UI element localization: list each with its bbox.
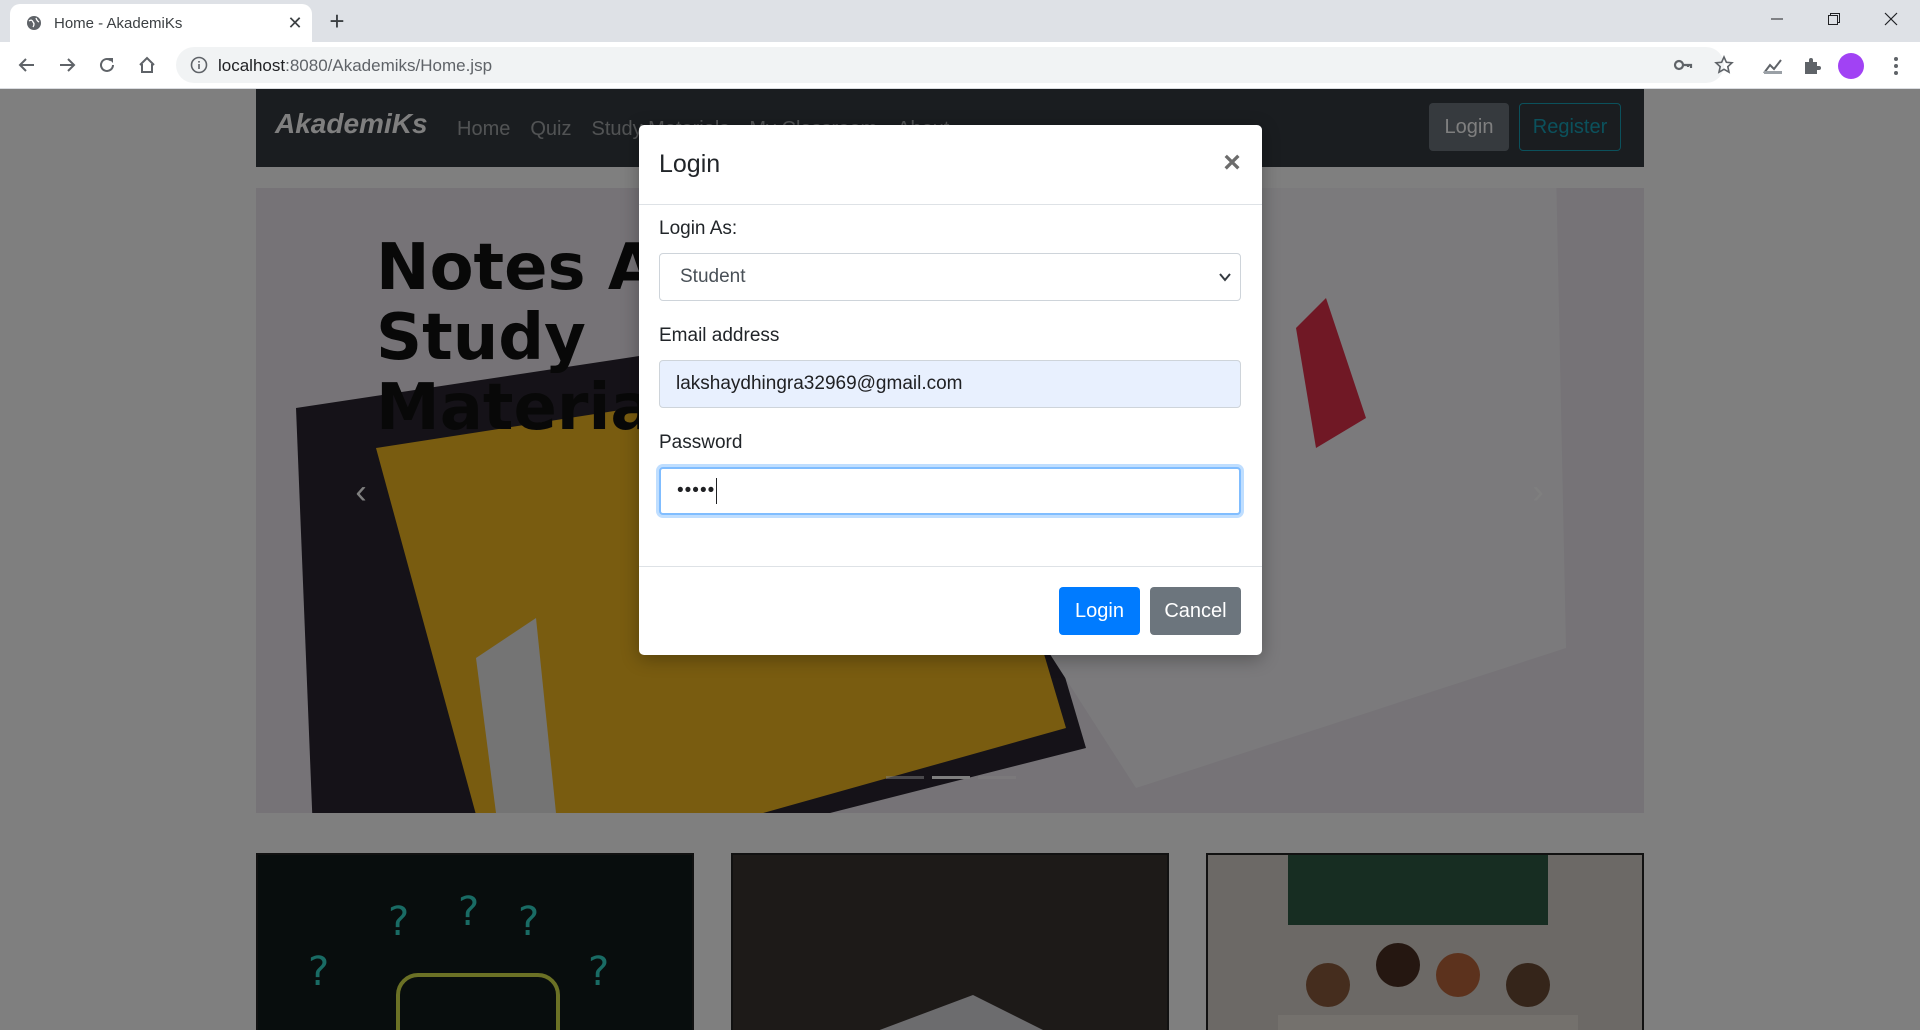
close-icon[interactable]: × bbox=[1220, 148, 1244, 178]
key-icon[interactable] bbox=[1673, 55, 1693, 75]
arrow-left-icon[interactable] bbox=[11, 49, 43, 81]
star-icon[interactable] bbox=[1714, 55, 1734, 75]
url-text: localhost:8080/Akademiks/Home.jsp bbox=[218, 56, 493, 75]
more-menu-icon[interactable] bbox=[1886, 54, 1906, 78]
globe-icon bbox=[27, 16, 41, 30]
password-field[interactable]: ••••• bbox=[659, 467, 1241, 515]
login-submit-button[interactable]: Login bbox=[1059, 587, 1140, 635]
email-field[interactable]: lakshaydhingra32969@gmail.com bbox=[659, 360, 1241, 408]
modal-header: Login × bbox=[639, 125, 1262, 205]
restore-icon[interactable] bbox=[1805, 0, 1862, 38]
login-modal: Login × Login As: Student Email address … bbox=[639, 125, 1262, 655]
address-bar[interactable]: localhost:8080/Akademiks/Home.jsp bbox=[176, 47, 1734, 83]
puzzle-icon[interactable] bbox=[1801, 55, 1823, 77]
performance-icon[interactable] bbox=[1762, 55, 1784, 77]
browser-toolbar: localhost:8080/Akademiks/Home.jsp bbox=[0, 42, 1920, 89]
reload-icon[interactable] bbox=[91, 49, 123, 81]
new-tab-icon[interactable]: + bbox=[324, 8, 350, 34]
close-window-icon[interactable] bbox=[1862, 0, 1919, 38]
browser-tab[interactable]: Home - AkademiKs ✕ bbox=[10, 4, 312, 42]
tab-strip: Home - AkademiKs ✕ + bbox=[0, 0, 1920, 42]
login-as-select[interactable]: Student bbox=[659, 253, 1241, 301]
arrow-right-icon[interactable] bbox=[51, 49, 83, 81]
tab-title: Home - AkademiKs bbox=[54, 15, 183, 32]
login-as-value: Student bbox=[680, 266, 746, 287]
login-as-label: Login As: bbox=[659, 218, 738, 239]
email-value: lakshaydhingra32969@gmail.com bbox=[676, 373, 963, 394]
password-label: Password bbox=[659, 432, 743, 453]
password-value: ••••• bbox=[677, 480, 716, 501]
email-label: Email address bbox=[659, 325, 780, 346]
profile-avatar[interactable] bbox=[1838, 53, 1864, 79]
modal-title: Login bbox=[659, 150, 721, 178]
chevron-down-icon bbox=[1219, 273, 1231, 282]
web-page: AkademiKs Home Quiz Study Materials My C… bbox=[0, 89, 1920, 1030]
cancel-button[interactable]: Cancel bbox=[1150, 587, 1241, 635]
home-icon[interactable] bbox=[131, 49, 163, 81]
text-caret bbox=[716, 478, 718, 504]
info-icon[interactable] bbox=[190, 56, 208, 74]
modal-footer-divider bbox=[639, 566, 1262, 567]
minimize-icon[interactable] bbox=[1748, 0, 1805, 38]
tab-close-icon[interactable]: ✕ bbox=[285, 13, 305, 33]
